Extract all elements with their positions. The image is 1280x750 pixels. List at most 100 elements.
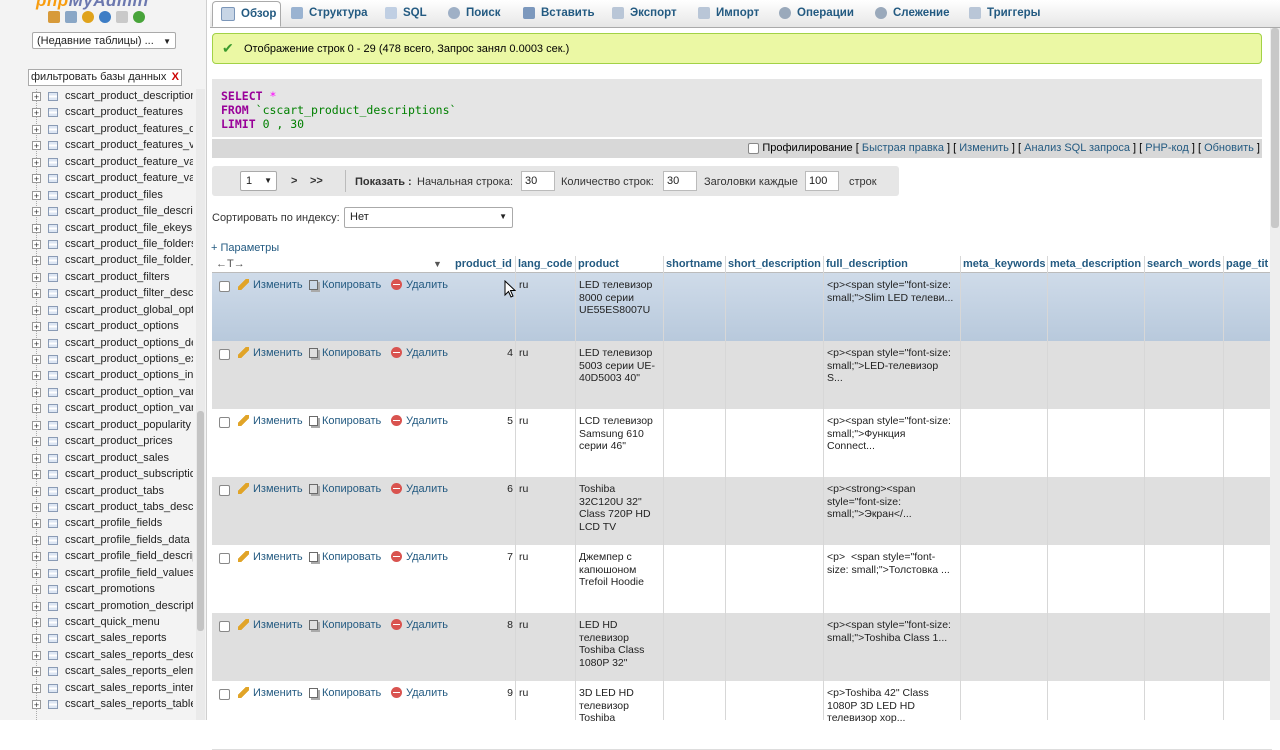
- cell-lang-code[interactable]: ru: [519, 415, 528, 428]
- nav-table-item[interactable]: + cscart_sales_reports_intervals: [0, 681, 196, 697]
- delete-row-button[interactable]: Удалить: [391, 687, 448, 699]
- page-select[interactable]: 1 ▼: [240, 171, 277, 191]
- expand-icon[interactable]: +: [32, 272, 41, 282]
- table-row[interactable]: Изменить Копировать Удалить 4 ru LED телевизо…: [212, 341, 1272, 410]
- nav-table-name[interactable]: cscart_product_descriptions: [65, 90, 193, 102]
- cell-full-description[interactable]: <p><span style="font-size: small;">Slim …: [827, 279, 955, 304]
- copy-row-button[interactable]: Копировать: [309, 483, 381, 495]
- tab-search[interactable]: Поиск: [448, 0, 501, 27]
- cell-product[interactable]: LCD телевизор Samsung 610 серии 46": [579, 415, 661, 453]
- edit-row-button[interactable]: Изменить: [238, 279, 303, 291]
- expand-icon[interactable]: +: [32, 239, 41, 249]
- cell-product-id[interactable]: 6: [455, 483, 513, 496]
- nav-table-name[interactable]: cscart_promotion_descriptions: [65, 600, 193, 612]
- show-button[interactable]: Показать :: [355, 176, 412, 188]
- cell-product[interactable]: LED HD телевизор Toshiba Class 1080P 32": [579, 619, 661, 669]
- main-scrollbar-thumb[interactable]: [1271, 28, 1279, 228]
- nav-table-name[interactable]: cscart_product_filters: [65, 271, 193, 283]
- nav-table-name[interactable]: cscart_product_option_variants_descripti…: [65, 402, 193, 414]
- nav-table-name[interactable]: cscart_product_file_ekeys: [65, 222, 193, 234]
- nav-table-item[interactable]: + cscart_sales_reports_descriptions: [0, 648, 196, 664]
- table-row[interactable]: Изменить Копировать Удалить 5 ru LCD телевизо…: [212, 409, 1272, 478]
- expand-icon[interactable]: +: [32, 157, 41, 167]
- expand-icon[interactable]: +: [32, 190, 41, 200]
- expand-icon[interactable]: +: [32, 568, 41, 578]
- col-full-description[interactable]: full_description: [826, 258, 908, 270]
- nav-table-item[interactable]: + cscart_profile_field_descriptions: [0, 549, 196, 565]
- nav-table-item[interactable]: + cscart_product_tabs_descriptions: [0, 500, 196, 516]
- expand-icon[interactable]: +: [32, 92, 41, 102]
- home-icon[interactable]: [48, 11, 60, 23]
- nav-table-item[interactable]: + cscart_product_option_variants: [0, 385, 196, 401]
- nav-table-item[interactable]: + cscart_product_features: [0, 105, 196, 121]
- options-toggle-link[interactable]: + Параметры: [211, 242, 279, 254]
- edit-row-button[interactable]: Изменить: [238, 347, 303, 359]
- nav-table-item[interactable]: + cscart_sales_reports_tables: [0, 697, 196, 713]
- start-row-input[interactable]: 30: [521, 171, 555, 191]
- nav-table-name[interactable]: cscart_quick_menu: [65, 616, 193, 628]
- cell-full-description[interactable]: <p><span style="font-size: small;">Функц…: [827, 415, 955, 453]
- nav-table-item[interactable]: + cscart_product_file_descriptions: [0, 204, 196, 220]
- nav-table-item[interactable]: + cscart_product_features_values: [0, 138, 196, 154]
- row-checkbox[interactable]: [219, 621, 230, 632]
- expand-icon[interactable]: +: [32, 552, 41, 562]
- table-row[interactable]: Изменить Копировать Удалить 6 ru Toshiba 32C1…: [212, 477, 1272, 546]
- row-checkbox[interactable]: [219, 281, 230, 292]
- expand-icon[interactable]: +: [32, 256, 41, 266]
- edit-row-button[interactable]: Изменить: [238, 483, 303, 495]
- php-code-link[interactable]: PHP-код: [1145, 142, 1189, 154]
- cell-full-description[interactable]: <p>Toshiba 42" Class 1080P 3D LED HD тел…: [827, 687, 955, 725]
- expand-icon[interactable]: +: [32, 601, 41, 611]
- nav-table-name[interactable]: cscart_sales_reports_descriptions: [65, 649, 193, 661]
- docs-icon[interactable]: [116, 11, 128, 23]
- cell-product[interactable]: Джемпер с капюшоном Trefoil Hoodie: [579, 551, 661, 589]
- nav-table-name[interactable]: cscart_sales_reports: [65, 632, 193, 644]
- tab-sql[interactable]: SQL: [385, 0, 427, 27]
- nav-table-name[interactable]: cscart_promotions: [65, 583, 193, 595]
- next-page-button[interactable]: >: [291, 175, 297, 187]
- nav-table-item[interactable]: + cscart_product_prices: [0, 434, 196, 450]
- expand-icon[interactable]: +: [32, 667, 41, 677]
- delete-row-button[interactable]: Удалить: [391, 279, 448, 291]
- nav-table-name[interactable]: cscart_product_file_descriptions: [65, 205, 193, 217]
- expand-icon[interactable]: +: [32, 634, 41, 644]
- nav-table-item[interactable]: + cscart_sales_reports: [0, 631, 196, 647]
- rows-count-input[interactable]: 30: [663, 171, 697, 191]
- sort-by-index-select[interactable]: Нет ▼: [344, 207, 513, 228]
- nav-table-name[interactable]: cscart_product_prices: [65, 435, 193, 447]
- cell-full-description[interactable]: <p><strong><span style="font-size: small…: [827, 483, 955, 521]
- copy-row-button[interactable]: Копировать: [309, 687, 381, 699]
- tab-triggers[interactable]: Триггеры: [969, 0, 1041, 27]
- nav-table-item[interactable]: + cscart_profile_field_values: [0, 566, 196, 582]
- expand-icon[interactable]: +: [32, 223, 41, 233]
- nav-table-name[interactable]: cscart_product_files: [65, 189, 193, 201]
- expand-icon[interactable]: +: [32, 502, 41, 512]
- nav-table-name[interactable]: cscart_product_feature_variants: [65, 156, 193, 168]
- nav-table-name[interactable]: cscart_product_options_descriptions: [65, 337, 193, 349]
- tab-structure[interactable]: Структура: [291, 0, 368, 27]
- reload-icon[interactable]: [133, 11, 145, 23]
- db-filter-input[interactable]: фильтровать базы данных X: [28, 69, 182, 86]
- expand-icon[interactable]: +: [32, 420, 41, 430]
- nav-table-name[interactable]: cscart_product_popularity: [65, 419, 193, 431]
- copy-row-button[interactable]: Копировать: [309, 551, 381, 563]
- nav-table-name[interactable]: cscart_product_tabs_descriptions: [65, 501, 193, 513]
- col-search-words[interactable]: search_words: [1147, 258, 1221, 270]
- nav-table-item[interactable]: + cscart_product_descriptions: [0, 89, 196, 105]
- copy-row-button[interactable]: Копировать: [309, 415, 381, 427]
- nav-table-name[interactable]: cscart_product_tabs: [65, 485, 193, 497]
- nav-scrollbar-thumb[interactable]: [197, 411, 204, 631]
- cell-product[interactable]: LED телевизор 5003 серии UE-40D5003 40": [579, 347, 661, 385]
- cell-lang-code[interactable]: ru: [519, 687, 528, 700]
- col-short-description[interactable]: short_description: [728, 258, 821, 270]
- cell-lang-code[interactable]: ru: [519, 483, 528, 496]
- nav-table-item[interactable]: + cscart_quick_menu: [0, 615, 196, 631]
- refresh-link[interactable]: Обновить: [1204, 142, 1254, 154]
- sql-query-box[interactable]: SELECT * FROM `cscart_product_descriptio…: [212, 79, 1262, 137]
- table-row[interactable]: Изменить Копировать Удалить ru LED телевизор…: [212, 273, 1272, 342]
- nav-table-item[interactable]: + cscart_product_tabs: [0, 484, 196, 500]
- copy-row-button[interactable]: Копировать: [309, 347, 381, 359]
- nav-table-name[interactable]: cscart_profile_fields: [65, 517, 193, 529]
- phpmyadmin-logo[interactable]: phpMyAdmin: [36, 0, 149, 11]
- nav-table-item[interactable]: + cscart_product_file_folder_descriptions: [0, 253, 196, 269]
